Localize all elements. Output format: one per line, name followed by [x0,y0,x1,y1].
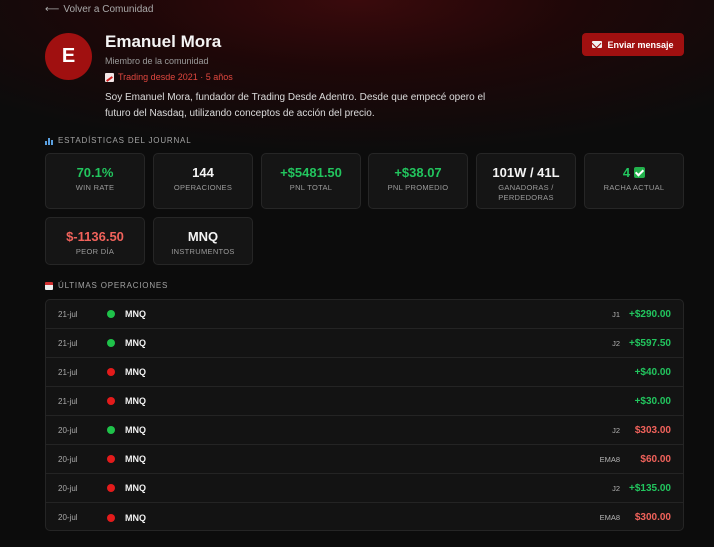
result-dot-icon [107,368,115,376]
operation-pnl: +$40.00 [634,366,671,378]
stat-value: 4 [622,165,631,180]
result-dot-icon [107,310,115,318]
operation-pnl: +$290.00 [629,308,671,320]
chart-up-icon [105,72,114,82]
operation-row[interactable]: 20-jul MNQ J2 $303.00 [46,416,683,445]
operation-row[interactable]: 20-jul MNQ EMA8 $300.00 [46,503,683,530]
operation-date: 20-jul [58,454,78,464]
operation-row[interactable]: 20-jul MNQ J2 +$135.00 [46,474,683,503]
operations-list: 21-jul MNQ J1 +$290.00 21-jul MNQ J2 +$5… [45,299,684,531]
arrow-left-icon: ⟵ [45,4,60,15]
operation-tag: J2 [612,338,620,348]
stats-section-label: ESTADÍSTICAS DEL JOURNAL [58,136,192,145]
operation-row[interactable]: 21-jul MNQ +$40.00 [46,358,683,387]
stat-value: MNQ [187,229,219,244]
stat-value: +$5481.50 [280,165,342,180]
result-dot-icon [107,513,115,522]
stat-label: WIN RATE [75,183,115,192]
stat-value: $-1136.50 [66,229,124,244]
result-dot-icon [107,426,115,434]
operation-date: 21-jul [58,367,78,377]
operation-tag: J2 [612,483,620,493]
mail-icon [592,41,603,48]
stat-label: RACHA ACTUAL [603,183,665,192]
operation-date: 21-jul [58,309,78,319]
result-dot-icon [107,484,115,492]
stat-value: 70.1% [76,165,114,180]
trading-since: Trading desde 2021 · 5 años [105,72,565,82]
operation-tag: EMA8 [599,513,620,522]
operation-symbol: MNQ [125,338,146,348]
operation-row[interactable]: 20-jul MNQ EMA8 $60.00 [46,445,683,474]
operation-date: 20-jul [58,483,78,493]
stat-card-win-rate: 70.1% WIN RATE [45,153,145,209]
stat-value: 144 [192,165,214,180]
stat-card-pnl-total: +$5481.50 PNL TOTAL [261,153,361,209]
result-dot-icon [107,455,115,463]
operation-date: 21-jul [58,338,78,348]
profile-role: Miembro de la comunidad [105,56,209,66]
stat-label: INSTRUMENTOS [171,247,235,256]
stat-label: GANADORAS / PERDEDORAS [498,183,554,202]
stat-label: OPERACIONES [173,183,233,192]
operation-pnl: $303.00 [634,424,671,436]
operation-symbol: MNQ [125,425,146,435]
stat-label: PNL TOTAL [289,183,333,192]
operation-pnl: +$135.00 [629,482,671,494]
operation-date: 20-jul [58,425,78,435]
operation-tag: J2 [612,425,620,435]
result-dot-icon [107,397,115,405]
operation-row[interactable]: 21-jul MNQ J1 +$290.00 [46,300,683,329]
operation-date: 20-jul [58,513,78,522]
operation-symbol: MNQ [125,483,146,493]
stat-card-pnl-average: +$38.07 PNL PROMEDIO [368,153,468,209]
stat-card-instruments: MNQ INSTRUMENTOS [153,217,253,265]
operation-symbol: MNQ [125,396,146,406]
ops-section-label: ÚLTIMAS OPERACIONES [58,281,169,290]
stat-card-worst-day: $-1136.50 PEOR DÍA [45,217,145,265]
check-icon [634,167,646,178]
stat-value: 101W / 41L [492,165,560,180]
send-message-button[interactable]: Enviar mensaje [582,33,684,56]
operation-tag: EMA8 [599,454,620,464]
stat-card-operations: 144 OPERACIONES [153,153,253,209]
ops-section-title: ÚLTIMAS OPERACIONES [45,281,168,290]
profile-info: Emanuel Mora Miembro de la comunidad Tra… [105,33,565,122]
stat-label: PNL PROMEDIO [387,183,449,192]
stat-value-wrap: 4 [585,165,683,180]
stat-card-wins-losses: 101W / 41L GANADORAS / PERDEDORAS [476,153,576,209]
stat-value: +$38.07 [394,165,442,180]
back-to-community-link[interactable]: ⟵ Volver a Comunidad [45,4,153,15]
profile-name: Emanuel Mora [105,32,222,51]
result-dot-icon [107,339,115,347]
operation-pnl: +$30.00 [634,395,671,407]
operation-row[interactable]: 21-jul MNQ J2 +$597.50 [46,329,683,358]
avatar: E [45,33,92,80]
send-message-label: Enviar mensaje [607,39,674,50]
operation-row[interactable]: 21-jul MNQ +$30.00 [46,387,683,416]
operation-pnl: $300.00 [634,512,671,523]
operation-pnl: +$597.50 [629,337,671,349]
back-link-label: Volver a Comunidad [63,4,154,15]
stat-label: PEOR DÍA [75,247,115,256]
operation-date: 21-jul [58,396,78,406]
calendar-icon [45,281,53,290]
operation-pnl: $60.00 [640,453,671,465]
operation-symbol: MNQ [125,454,146,464]
profile-header: E Emanuel Mora Miembro de la comunidad T… [45,33,684,123]
profile-bio: Soy Emanuel Mora, fundador de Trading De… [105,92,486,119]
stat-card-current-streak: 4 RACHA ACTUAL [584,153,684,209]
bar-chart-icon [45,137,53,145]
operation-symbol: MNQ [125,367,146,377]
stats-section-title: ESTADÍSTICAS DEL JOURNAL [45,136,191,145]
operation-tag: J1 [612,309,620,319]
operation-symbol: MNQ [125,309,146,319]
trading-since-text: Trading desde 2021 · 5 años [118,72,233,82]
operation-symbol: MNQ [125,512,146,523]
